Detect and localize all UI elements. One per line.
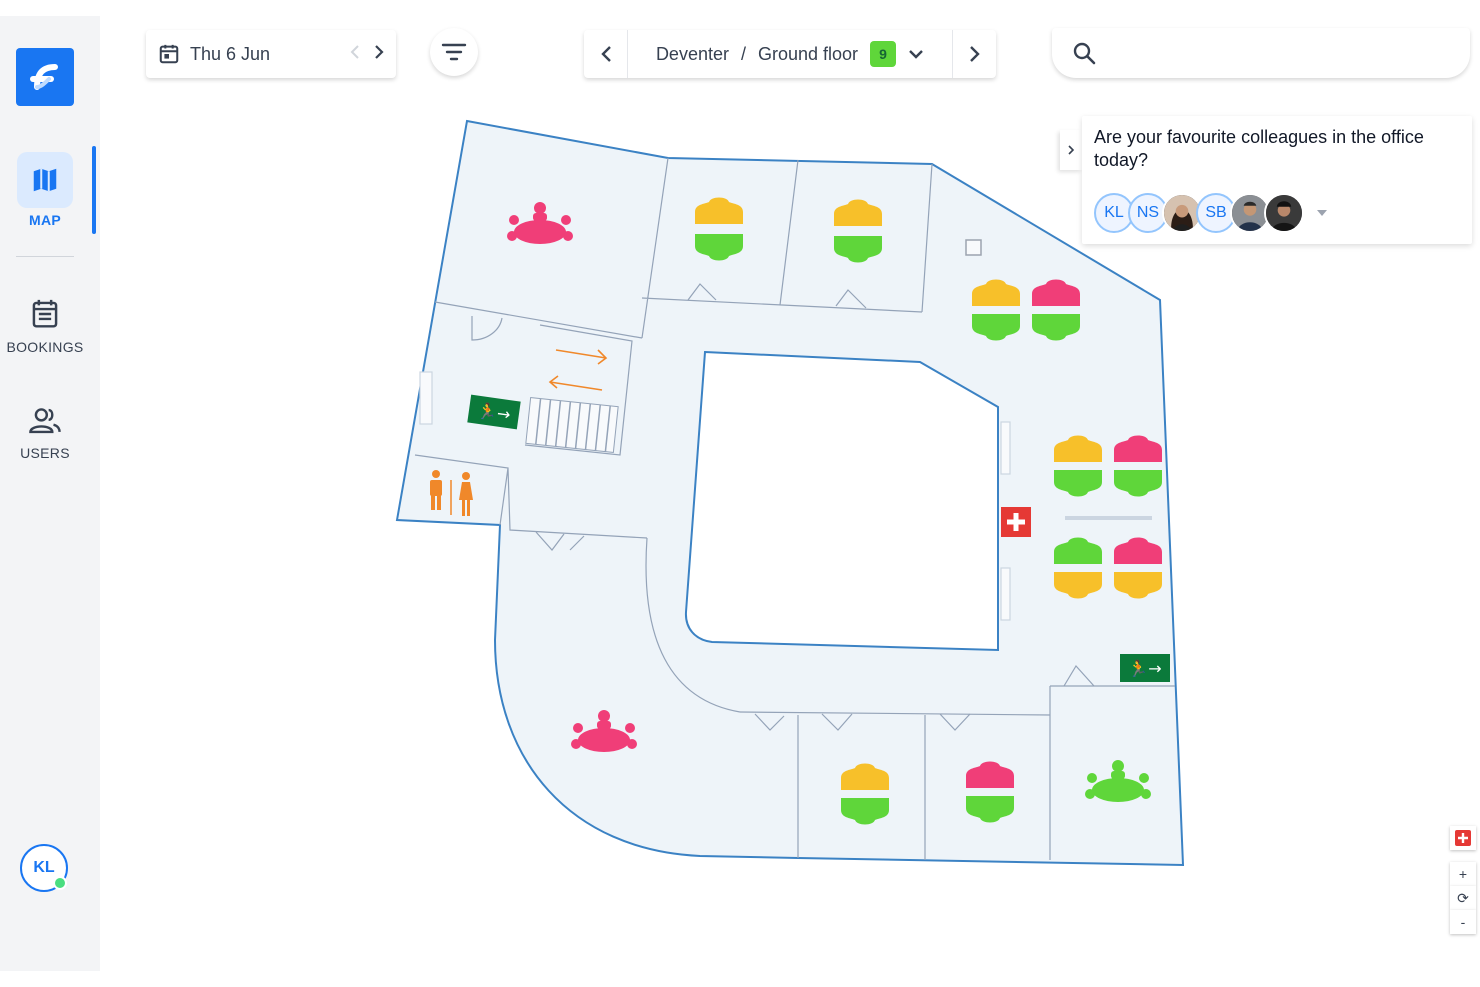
search-icon bbox=[1073, 42, 1096, 65]
floor-plan-map[interactable]: 🏃→ 🏃→ bbox=[380, 110, 1200, 880]
previous-floor-button[interactable] bbox=[584, 30, 628, 78]
sidebar-divider bbox=[16, 256, 74, 257]
filter-button[interactable] bbox=[430, 28, 478, 76]
search-input[interactable] bbox=[1106, 33, 1470, 73]
first-aid-icon bbox=[1001, 507, 1031, 537]
expand-colleagues-icon[interactable] bbox=[1316, 206, 1328, 220]
search-bar bbox=[1052, 28, 1470, 78]
chevron-right-icon bbox=[375, 44, 384, 59]
add-red-icon bbox=[1455, 830, 1471, 846]
floor-count-badge: 9 bbox=[870, 41, 897, 67]
next-floor-button[interactable] bbox=[952, 30, 996, 78]
svg-text:🏃→: 🏃→ bbox=[1128, 659, 1161, 678]
chevron-down-icon[interactable] bbox=[908, 49, 924, 59]
map-icon bbox=[17, 152, 73, 208]
calendar-icon bbox=[159, 44, 179, 64]
nav-active-indicator bbox=[92, 146, 96, 234]
chevron-left-icon bbox=[350, 44, 359, 59]
colleague-avatar-photo[interactable] bbox=[1264, 193, 1304, 233]
filter-icon bbox=[441, 43, 467, 61]
breadcrumb-floor[interactable]: Ground floor bbox=[758, 44, 858, 65]
date-picker[interactable]: Thu 6 Jun bbox=[146, 30, 396, 78]
zoom-in-button[interactable]: + bbox=[1450, 862, 1476, 886]
calendar-list-icon bbox=[32, 299, 58, 328]
sidebar-item-bookings[interactable]: BOOKINGS bbox=[0, 298, 90, 355]
chevron-right-icon bbox=[969, 46, 980, 62]
breadcrumb-separator: / bbox=[740, 43, 746, 64]
next-day-button[interactable] bbox=[374, 44, 384, 65]
flexwhere-logo-icon bbox=[30, 64, 58, 90]
selected-date: Thu 6 Jun bbox=[190, 43, 271, 64]
users-icon bbox=[29, 408, 61, 434]
zoom-out-button[interactable]: - bbox=[1450, 910, 1476, 934]
sidebar-item-users[interactable]: USERS bbox=[0, 406, 90, 461]
app-root: MAP BOOKINGS USERS KL Thu 6 Jun Deventer… bbox=[0, 0, 1480, 987]
chevron-left-icon bbox=[600, 46, 611, 62]
sidebar-item-label: MAP bbox=[28, 212, 61, 228]
previous-day-button[interactable] bbox=[350, 44, 360, 65]
emergency-exit-icon: 🏃→ bbox=[1120, 654, 1170, 682]
breadcrumb-location[interactable]: Deventer bbox=[656, 44, 729, 65]
add-booking-button[interactable] bbox=[1450, 826, 1476, 850]
breadcrumb[interactable]: Deventer / Ground floor 9 bbox=[628, 41, 952, 67]
reset-view-button[interactable]: ⟳ bbox=[1450, 886, 1476, 910]
atrium bbox=[684, 350, 999, 652]
sidebar-item-label: USERS bbox=[20, 445, 70, 461]
location-selector: Deventer / Ground floor 9 bbox=[584, 30, 996, 78]
app-logo[interactable] bbox=[16, 48, 74, 106]
online-status-dot bbox=[53, 876, 67, 890]
sidebar-item-map[interactable]: MAP bbox=[0, 152, 90, 228]
sidebar-item-label: BOOKINGS bbox=[6, 339, 84, 355]
